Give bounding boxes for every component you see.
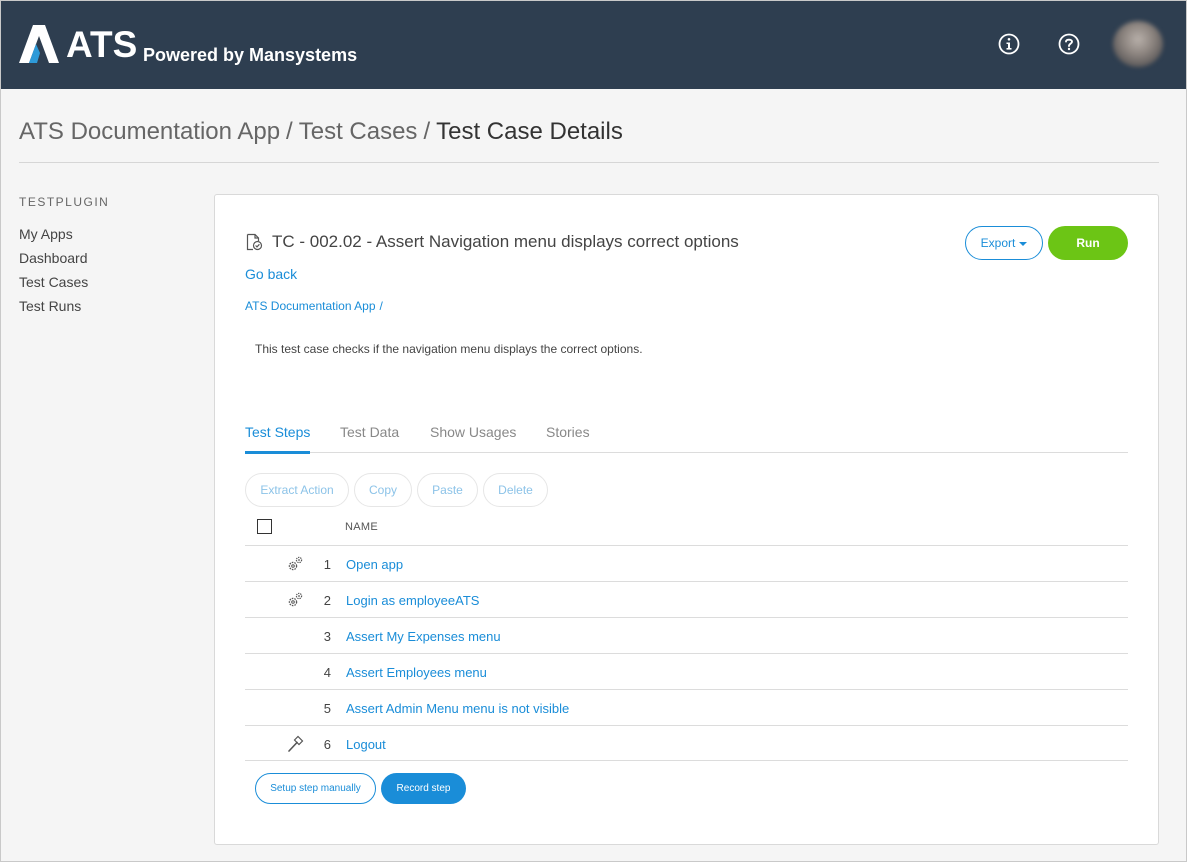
step-name-link[interactable]: Login as employeeATS [346,593,479,609]
title-divider [19,162,1159,163]
export-dropdown-button[interactable]: Export [965,226,1043,260]
crumb-app-link[interactable]: ATS Documentation App [245,299,376,313]
step-name-link[interactable]: Assert Employees menu [346,665,487,681]
caret-down-icon [1019,241,1028,246]
step-number: 4 [323,665,331,680]
table-row[interactable]: 4 Assert Employees menu [245,653,1128,689]
column-header-name: NAME [345,521,378,533]
step-name-link[interactable]: Assert Admin Menu menu is not visible [346,701,569,717]
tab-test-steps[interactable]: Test Steps [245,423,310,441]
step-number: 6 [323,737,331,752]
sidebar-item-test-runs[interactable]: Test Runs [19,294,199,318]
sidebar-item-my-apps[interactable]: My Apps [19,222,199,246]
go-back-link[interactable]: Go back [245,265,297,283]
logo-text: ATS [66,24,138,65]
table-row[interactable]: 5 Assert Admin Menu menu is not visible [245,689,1128,725]
record-step-button[interactable]: Record step [381,773,466,804]
gears-icon [288,592,303,607]
copy-button[interactable]: Copy [354,473,412,507]
sidebar-item-dashboard[interactable]: Dashboard [19,246,199,270]
setup-step-manually-button[interactable]: Setup step manually [255,773,376,804]
step-number: 1 [323,557,331,572]
tab-show-usages[interactable]: Show Usages [430,423,516,441]
table-row[interactable]: 2 Login as employeeATS [245,581,1128,617]
breadcrumb-separator: / [286,118,293,145]
extract-action-button[interactable]: Extract Action [245,473,349,507]
sidebar-heading: TESTPLUGIN [19,195,110,209]
run-button[interactable]: Run [1048,226,1128,260]
paste-button[interactable]: Paste [417,473,478,507]
export-label: Export [980,236,1016,250]
info-icon[interactable] [997,32,1021,56]
page-breadcrumb: ATS Documentation App / Test Cases / Test Ca… [19,117,623,147]
breadcrumb-current: Test Case Details [436,118,623,145]
select-all-checkbox[interactable] [257,519,272,534]
delete-button[interactable]: Delete [483,473,548,507]
breadcrumb-test-cases-link[interactable]: Test Cases [299,118,418,145]
table-row[interactable]: 1 Open app [245,545,1128,581]
user-avatar[interactable] [1113,21,1163,67]
hammer-icon [288,735,304,752]
breadcrumb-app-link[interactable]: ATS Documentation App [19,118,280,145]
logo-subtitle: Powered by Mansystems [143,45,358,65]
active-tab-indicator [245,451,310,454]
step-name-link[interactable]: Open app [346,557,403,573]
test-case-document-icon [246,233,263,251]
help-icon[interactable] [1057,32,1081,56]
table-row[interactable]: 3 Assert My Expenses menu [245,617,1128,653]
tab-bar: Test Steps Test Data Show Usages Stories [245,419,1128,454]
ats-logo-icon [19,25,59,63]
step-number: 5 [323,701,331,716]
step-number: 2 [323,593,331,608]
tab-stories[interactable]: Stories [546,423,590,441]
test-case-description: This test case checks if the navigation … [255,342,643,356]
gears-icon [288,556,303,571]
breadcrumb-separator: / [423,118,431,145]
crumb-separator: / [379,299,383,313]
sidebar: TESTPLUGIN My Apps Dashboard Test Cases … [19,194,199,318]
test-case-card: TC - 002.02 - Assert Navigation menu dis… [214,194,1159,845]
tab-test-data[interactable]: Test Data [340,423,399,441]
test-case-title: TC - 002.02 - Assert Navigation menu dis… [272,232,739,251]
test-steps-table: 1 Open app 2 Login as employeeATS 3 Asse… [245,545,1128,761]
step-number: 3 [323,629,331,644]
step-name-link[interactable]: Logout [346,737,386,753]
top-navigation-bar: ATS Powered by Mansystems [1,1,1186,89]
step-name-link[interactable]: Assert My Expenses menu [346,629,501,645]
table-row[interactable]: 6 Logout [245,725,1128,761]
sidebar-item-test-cases[interactable]: Test Cases [19,270,199,294]
test-case-breadcrumb: ATS Documentation App / [245,298,383,314]
